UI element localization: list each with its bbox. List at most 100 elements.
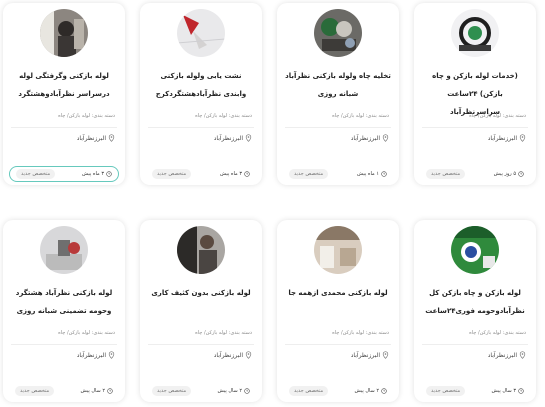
time-label: ۲ سال پیش <box>354 388 380 394</box>
location-label: البرزنظرآباد <box>487 351 517 359</box>
card-title: لوله بازکنی وگرفتگی لوله درسراسر نظرآباد… <box>18 72 110 98</box>
service-card[interactable]: لوله بازکنی وگرفتگی لوله درسراسر نظرآباد… <box>3 3 125 185</box>
divider <box>11 344 117 345</box>
card-location: البرزنظرآباد <box>214 134 252 142</box>
clock-icon <box>244 388 250 394</box>
status-badge: متخصص جدید <box>152 386 192 396</box>
location-pin-icon <box>519 134 526 142</box>
status-badge: متخصص جدید <box>289 386 329 396</box>
avatar <box>40 226 88 274</box>
card-footer: ۳ ماه پیش متخصص جدید <box>146 166 256 182</box>
card-footer: ۱ ماه پیش متخصص جدید <box>283 166 393 182</box>
avatar <box>40 9 88 57</box>
service-card[interactable]: نشت یابی ولوله بازکنی وابندی نظرآبادهشتگ… <box>140 3 262 185</box>
divider <box>285 127 391 128</box>
card-category: دسته بندی: لوله بازکن/ چاه <box>195 113 252 119</box>
avatar <box>177 226 225 274</box>
divider <box>148 344 254 345</box>
card-title: لوله بازکنی محمدی ازهمه جا <box>288 289 388 297</box>
location-pin-icon <box>382 351 389 359</box>
card-footer: ۲ سال پیش متخصص جدید <box>146 383 256 399</box>
service-card[interactable]: لوله بازکنی بدون کثیف کاری دسته بندی: لو… <box>140 220 262 402</box>
card-time: ۲ سال پیش <box>355 388 388 394</box>
divider <box>285 344 391 345</box>
time-label: ۱ ماه پیش <box>357 171 379 177</box>
service-card[interactable]: لوله بازکنی محمدی ازهمه جا دسته بندی: لو… <box>277 220 399 402</box>
location-label: البرزنظرآباد <box>76 351 106 359</box>
time-label: ۲ سال پیش <box>217 388 243 394</box>
card-footer: ۲ سال پیش متخصص جدید <box>9 383 119 399</box>
card-title: لوله بازکنی بدون کثیف کاری <box>151 289 251 297</box>
avatar <box>314 9 362 57</box>
location-pin-icon <box>108 351 115 359</box>
location-pin-icon <box>245 134 252 142</box>
time-label: ۲ سال پیش <box>80 388 106 394</box>
card-footer: ۳ سال پیش متخصص جدید <box>420 383 530 399</box>
card-time: ۳ ماه پیش <box>82 171 112 177</box>
card-location: البرزنظرآباد <box>351 351 389 359</box>
card-title: نشت یابی ولوله بازکنی وابندی نظرآبادهشتگ… <box>155 72 247 98</box>
clock-icon <box>381 388 387 394</box>
card-time: ۳ ماه پیش <box>220 171 250 177</box>
time-label: ۵ روز پیش <box>493 171 516 177</box>
status-badge: متخصص جدید <box>16 169 56 179</box>
status-badge: متخصص جدید <box>426 386 466 396</box>
location-label: البرزنظرآباد <box>76 134 106 142</box>
clock-icon <box>244 171 250 177</box>
location-pin-icon <box>108 134 115 142</box>
card-location: البرزنظرآباد <box>488 351 526 359</box>
clock-icon <box>106 171 112 177</box>
card-title: تخلیه چاه ولوله بازکنی نظرآباد شبانه روز… <box>285 72 391 98</box>
card-time: ۲ سال پیش <box>218 388 251 394</box>
time-label: ۳ ماه پیش <box>82 171 104 177</box>
location-pin-icon <box>519 351 526 359</box>
card-location: البرزنظرآباد <box>77 351 115 359</box>
card-category: دسته بندی: لوله بازکن/ چاه <box>58 113 115 119</box>
card-category: دسته بندی: لوله بازکن/ چاه <box>195 330 252 336</box>
clock-icon <box>518 388 524 394</box>
card-location: البرزنظرآباد <box>488 134 526 142</box>
card-footer: ۵ روز پیش متخصص جدید <box>420 166 530 182</box>
divider <box>422 127 528 128</box>
time-label: ۳ سال پیش <box>491 388 517 394</box>
status-badge: متخصص جدید <box>152 169 192 179</box>
card-location: البرزنظرآباد <box>77 134 115 142</box>
clock-icon <box>107 388 113 394</box>
status-badge: متخصص جدید <box>426 169 466 179</box>
card-location: البرزنظرآباد <box>351 134 389 142</box>
card-category: دسته بندی: لوله بازکن/ چاه <box>469 113 526 119</box>
divider <box>148 127 254 128</box>
location-pin-icon <box>245 351 252 359</box>
avatar <box>451 9 499 57</box>
card-category: دسته بندی: لوله بازکن/ چاه <box>469 330 526 336</box>
card-footer: ۲ سال پیش متخصص جدید <box>283 383 393 399</box>
status-badge: متخصص جدید <box>289 169 329 179</box>
time-label: ۳ ماه پیش <box>220 171 242 177</box>
card-location: البرزنظرآباد <box>214 351 252 359</box>
card-title: لوله بازکنی نظرآباد هشتگرد وحومه تضمینی … <box>15 289 113 315</box>
service-card[interactable]: لوله بازکنی نظرآباد هشتگرد وحومه تضمینی … <box>3 220 125 402</box>
service-card[interactable]: تخلیه چاه ولوله بازکنی نظرآباد شبانه روز… <box>277 3 399 185</box>
service-card[interactable]: لوله بازکن و چاه بازکن کل نظرآبادوحومه ف… <box>414 220 536 402</box>
service-card[interactable]: (خدمات لوله بازکن و چاه بازکن) ۲۴ساعت سر… <box>414 3 536 185</box>
card-category: دسته بندی: لوله بازکن/ چاه <box>332 330 389 336</box>
location-pin-icon <box>382 134 389 142</box>
card-time: ۳ سال پیش <box>492 388 525 394</box>
location-label: البرزنظرآباد <box>213 351 243 359</box>
card-footer: ۳ ماه پیش متخصص جدید <box>9 166 119 182</box>
status-badge: متخصص جدید <box>15 386 55 396</box>
clock-icon <box>381 171 387 177</box>
avatar <box>177 9 225 57</box>
location-label: البرزنظرآباد <box>350 134 380 142</box>
location-label: البرزنظرآباد <box>487 134 517 142</box>
avatar <box>451 226 499 274</box>
divider <box>11 127 117 128</box>
avatar <box>314 226 362 274</box>
clock-icon <box>518 171 524 177</box>
divider <box>422 344 528 345</box>
card-time: ۵ روز پیش <box>494 171 524 177</box>
card-title: لوله بازکن و چاه بازکن کل نظرآبادوحومه ف… <box>425 289 525 315</box>
card-time: ۲ سال پیش <box>81 388 114 394</box>
location-label: البرزنظرآباد <box>350 351 380 359</box>
card-category: دسته بندی: لوله بازکن/ چاه <box>58 330 115 336</box>
